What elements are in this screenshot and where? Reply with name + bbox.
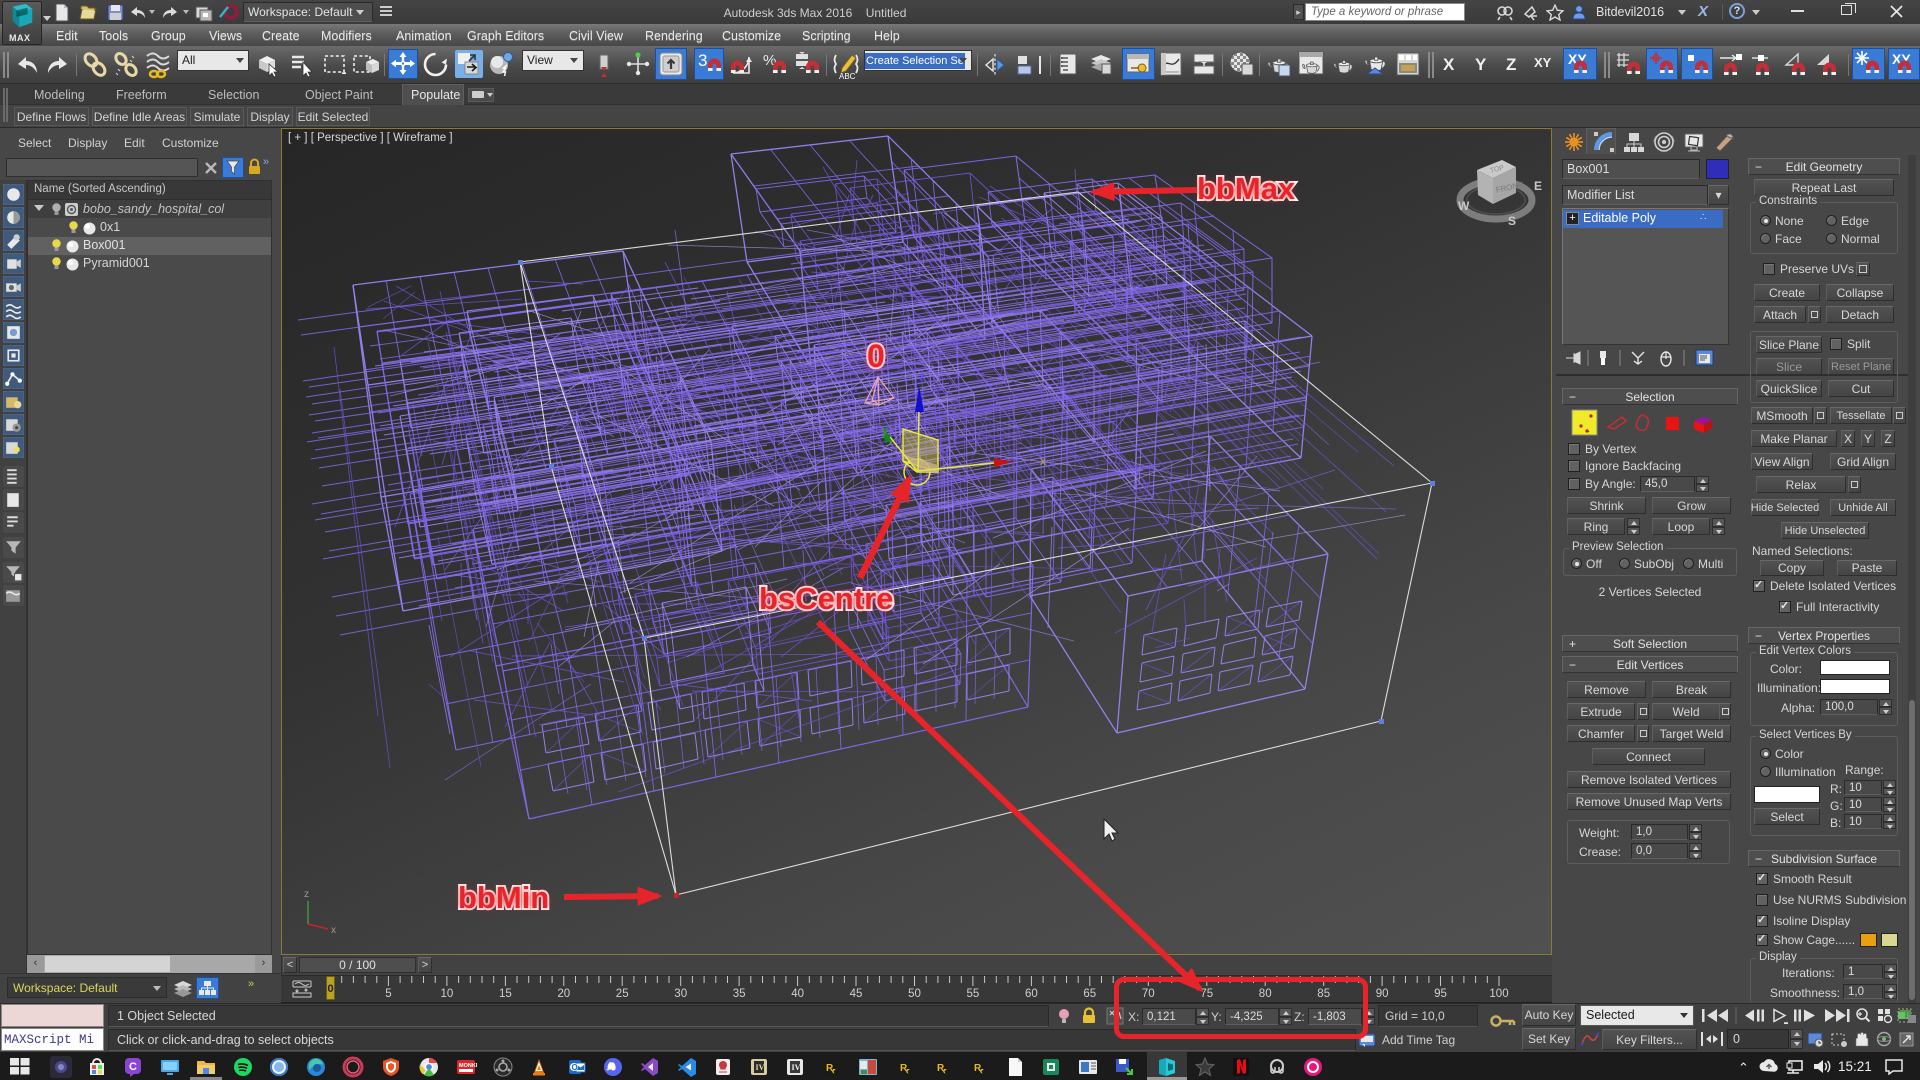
svg-text:C: C [129, 1061, 137, 1073]
svg-text:ABC: ABC [839, 72, 856, 80]
svg-text:IV: IV [792, 1063, 801, 1072]
svg-text:IV: IV [756, 1063, 765, 1072]
svg-text:3: 3 [698, 51, 707, 70]
svg-text:O: O [572, 1063, 578, 1072]
svg-text:MONKE: MONKE [459, 1063, 477, 1069]
